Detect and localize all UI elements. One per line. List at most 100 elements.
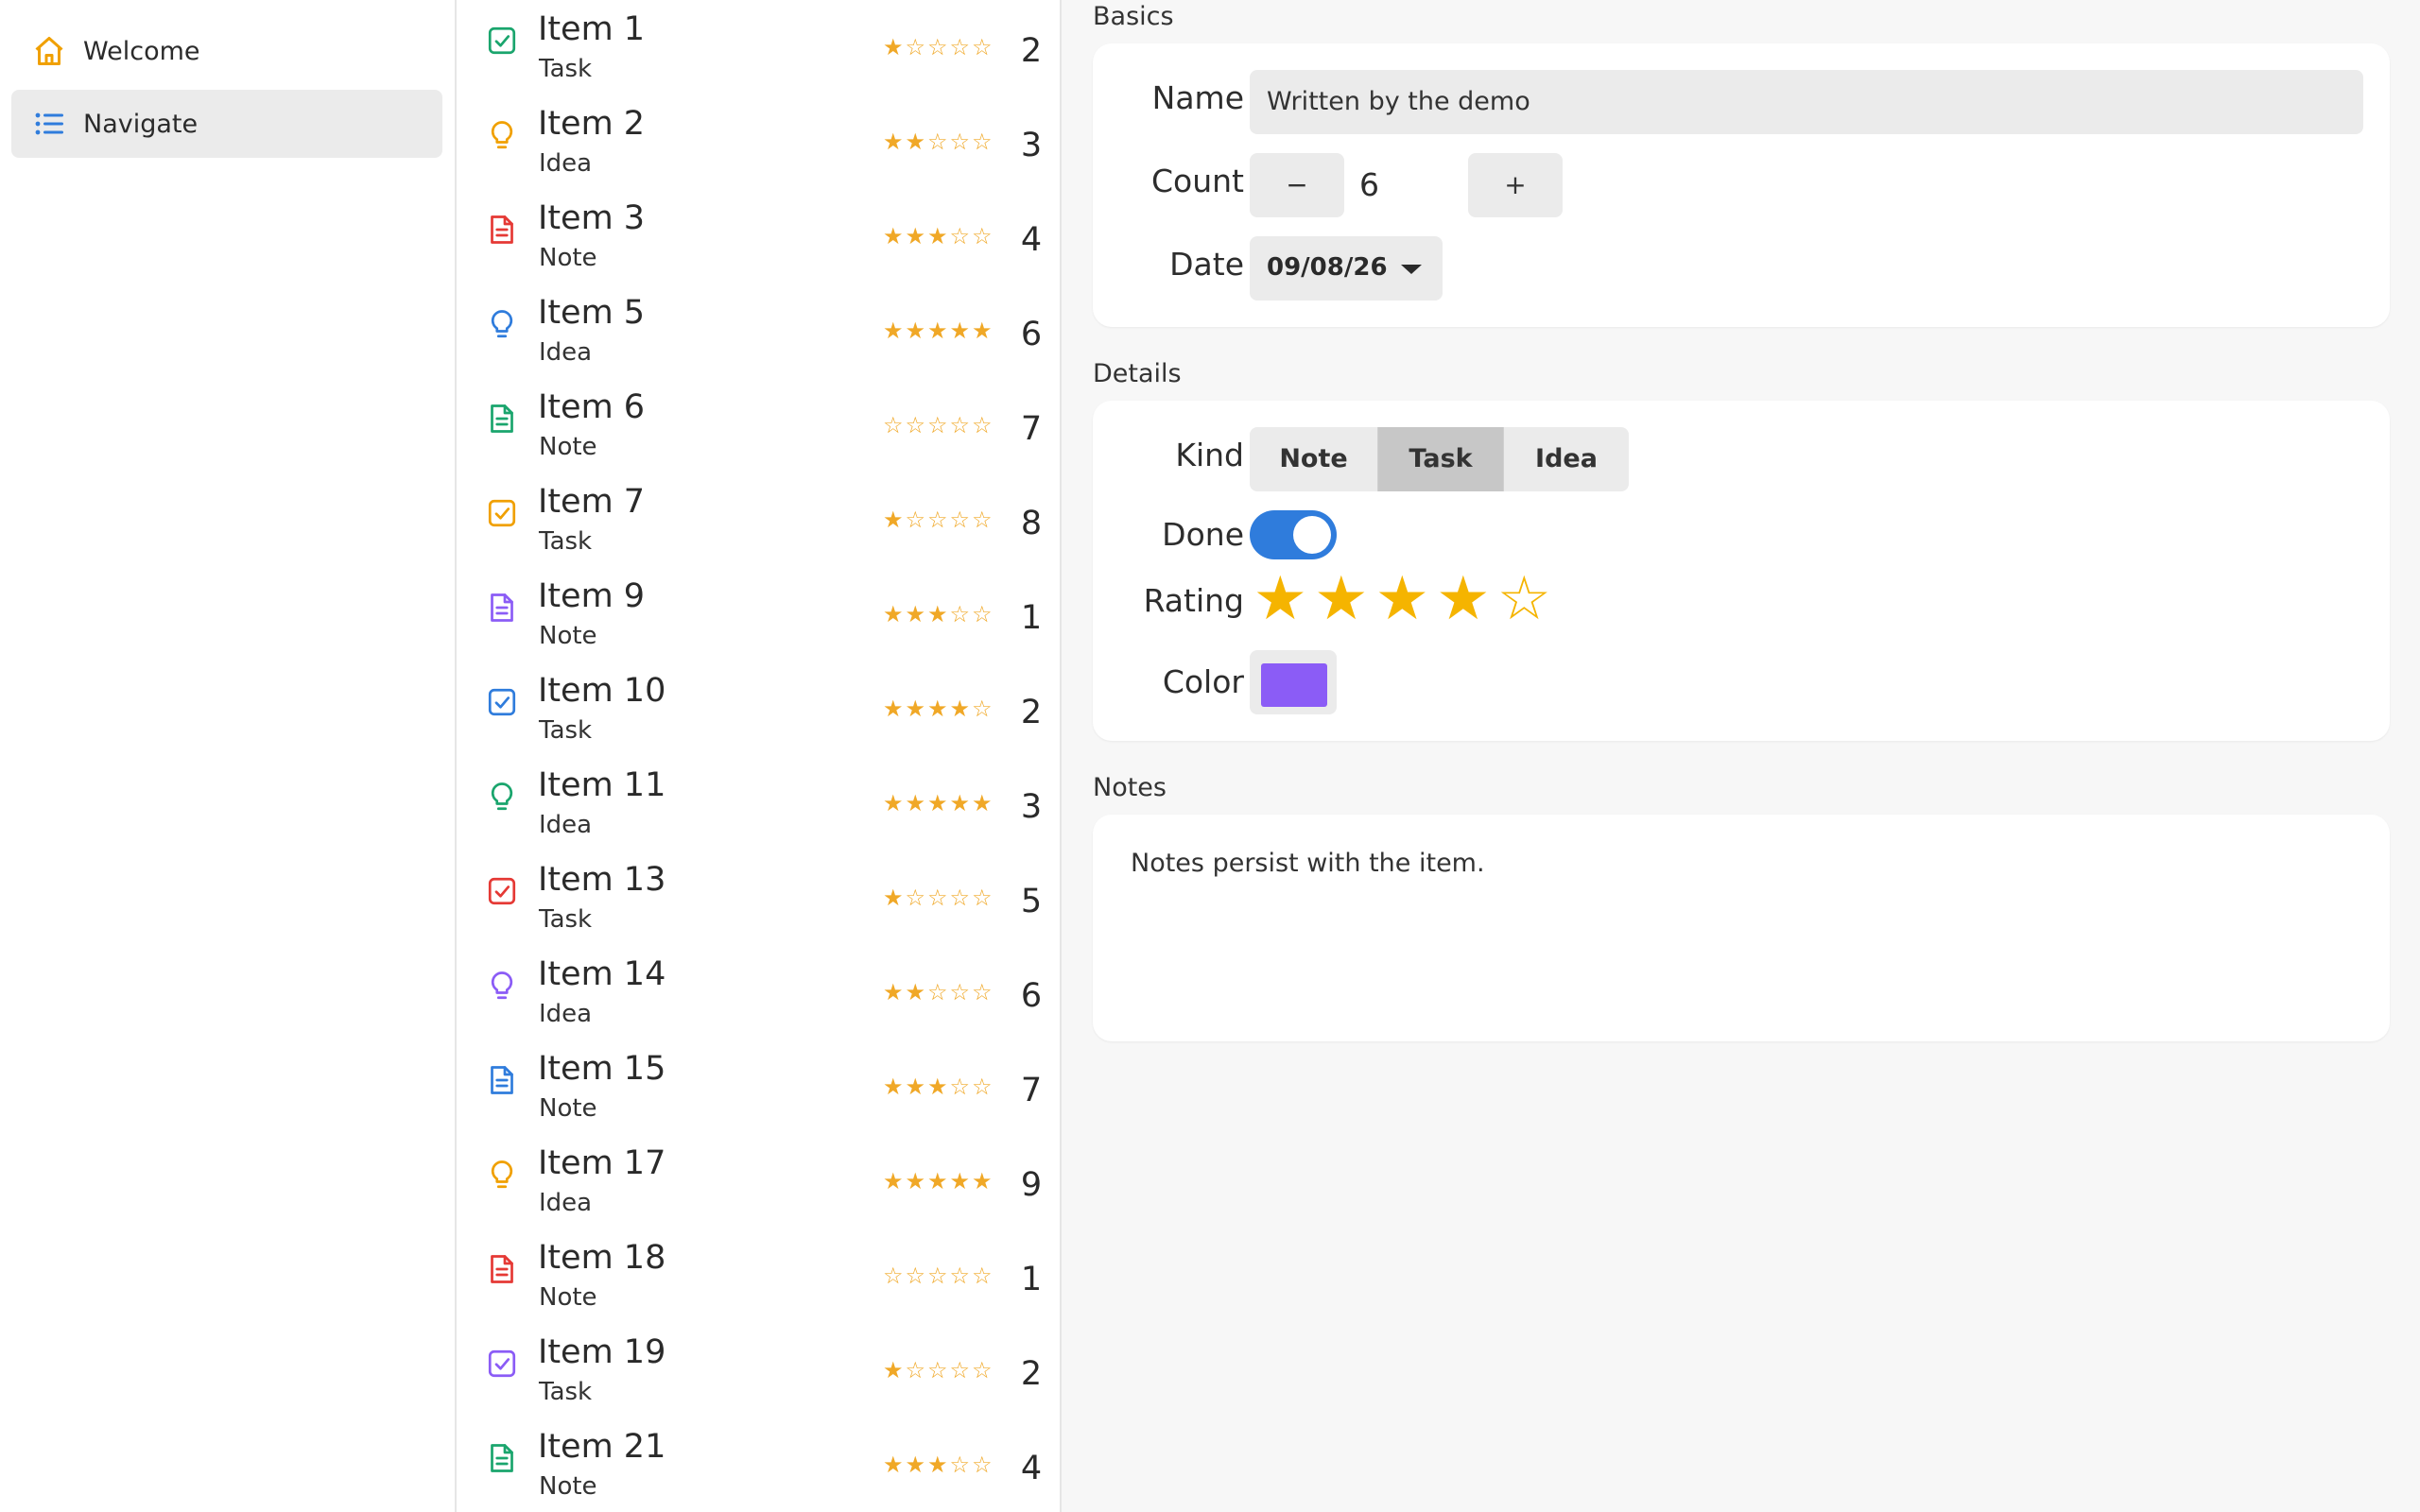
star-icon: ★ [905, 696, 925, 722]
star-icon: ★ [882, 696, 904, 722]
list-item-rating: ★ ☆ ☆ ☆ ☆ [882, 886, 994, 909]
list-item[interactable]: Item 21 Note ★ ★ ★ ☆ ☆ 4 [457, 1418, 1060, 1512]
color-picker-button[interactable] [1250, 650, 1337, 714]
star-icon: ★ [905, 790, 925, 816]
list-item-title: Item 6 [538, 388, 646, 426]
rating-star-icon[interactable]: ☆ [1494, 569, 1555, 629]
notes-card[interactable]: Notes persist with the item. [1093, 815, 2390, 1041]
list-item-kind: Note [539, 244, 597, 272]
star-icon: ☆ [949, 1263, 970, 1289]
list-item[interactable]: Item 5 Idea ★ ★ ★ ★ ★ 6 [457, 284, 1060, 378]
list-item-kind: Idea [539, 1189, 593, 1217]
list-item-title: Item 7 [538, 483, 646, 521]
sidebar-item-welcome[interactable]: Welcome [11, 17, 442, 85]
list-item-kind: Task [539, 716, 593, 745]
count-decrement-button[interactable]: − [1250, 153, 1344, 217]
list-item[interactable]: Item 15 Note ★ ★ ★ ☆ ☆ 7 [457, 1040, 1060, 1134]
kind-option-idea[interactable]: Idea [1504, 427, 1629, 491]
star-icon: ★ [882, 129, 904, 155]
checkbox-icon [488, 26, 516, 55]
name-field[interactable]: Written by the demo [1250, 70, 2363, 134]
star-icon: ☆ [949, 885, 970, 911]
list-item-rating: ★ ★ ★ ★ ★ [882, 1170, 994, 1193]
lightbulb-icon [491, 1160, 513, 1189]
sidebar-item-label: Welcome [83, 36, 200, 66]
star-icon: ★ [905, 601, 925, 627]
star-icon: ☆ [905, 507, 925, 533]
list-icon [35, 112, 63, 135]
star-icon: ☆ [882, 1263, 904, 1289]
list-item[interactable]: Item 6 Note ☆ ☆ ☆ ☆ ☆ 7 [457, 378, 1060, 472]
kind-option-note[interactable]: Note [1250, 427, 1377, 491]
name-field-value: Written by the demo [1267, 87, 1530, 116]
star-icon: ☆ [949, 1357, 970, 1383]
list-item-count: 3 [1020, 788, 1043, 826]
list-item[interactable]: Item 9 Note ★ ★ ★ ☆ ☆ 1 [457, 567, 1060, 662]
star-icon: ★ [882, 1452, 904, 1478]
list-item[interactable]: Item 10 Task ★ ★ ★ ★ ☆ 2 [457, 662, 1060, 756]
list-item[interactable]: Item 13 Task ★ ☆ ☆ ☆ ☆ 5 [457, 850, 1060, 945]
list-item[interactable]: Item 18 Note ☆ ☆ ☆ ☆ ☆ 1 [457, 1228, 1060, 1323]
star-icon: ★ [905, 318, 925, 344]
star-icon: ☆ [971, 507, 993, 533]
list-item[interactable]: Item 7 Task ★ ☆ ☆ ☆ ☆ 8 [457, 472, 1060, 567]
list-item[interactable]: Item 17 Idea ★ ★ ★ ★ ★ 9 [457, 1134, 1060, 1228]
date-value: 09/08/26 [1267, 253, 1388, 282]
star-icon: ☆ [971, 1452, 993, 1478]
list-item-kind: Task [539, 905, 593, 934]
list-item[interactable]: Item 3 Note ★ ★ ★ ☆ ☆ 4 [457, 189, 1060, 284]
list-item-kind: Idea [539, 338, 593, 367]
star-icon: ☆ [926, 412, 948, 438]
date-picker[interactable]: 09/08/26 [1250, 236, 1443, 301]
count-increment-button[interactable]: + [1468, 153, 1563, 217]
list-item-count: 8 [1020, 505, 1043, 542]
star-icon: ☆ [971, 1357, 993, 1383]
star-icon: ★ [949, 790, 970, 816]
checkbox-icon [488, 1349, 516, 1378]
list-item[interactable]: Item 1 Task ★ ☆ ☆ ☆ ☆ 2 [457, 0, 1060, 94]
section-label-details: Details [1093, 359, 1182, 388]
home-icon [35, 37, 63, 65]
document-icon [491, 1255, 513, 1283]
list-item-rating: ★ ★ ★ ☆ ☆ [882, 1075, 994, 1098]
list-item-count: 7 [1020, 410, 1043, 448]
kind-label: Kind [1175, 437, 1244, 473]
list-item-kind: Idea [539, 811, 593, 839]
rating-label: Rating [1143, 582, 1244, 619]
checkbox-icon [488, 499, 516, 527]
list-item-title: Item 9 [538, 577, 646, 615]
list-item-rating: ★ ☆ ☆ ☆ ☆ [882, 508, 994, 531]
rating-star-icon[interactable]: ★ [1372, 569, 1433, 629]
star-icon: ★ [882, 223, 904, 249]
list-item-rating: ★ ★ ★ ★ ★ [882, 792, 994, 815]
list-item-kind: Idea [539, 1000, 593, 1028]
item-list: Item 1 Task ★ ☆ ☆ ☆ ☆ 2 Item 2 Idea ★ ★ ☆ ☆ ☆ 3 Item 3 No… [457, 0, 1062, 1512]
list-item[interactable]: Item 11 Idea ★ ★ ★ ★ ★ 3 [457, 756, 1060, 850]
sidebar: Welcome Navigate [0, 0, 457, 1512]
list-item-title: Item 3 [538, 199, 646, 237]
star-icon: ★ [905, 1452, 925, 1478]
list-item[interactable]: Item 19 Task ★ ☆ ☆ ☆ ☆ 2 [457, 1323, 1060, 1418]
lightbulb-icon [491, 121, 513, 149]
date-label: Date [1169, 246, 1244, 283]
rating-star-icon[interactable]: ★ [1250, 569, 1311, 629]
list-item-rating: ☆ ☆ ☆ ☆ ☆ [882, 414, 994, 437]
rating-star-icon[interactable]: ★ [1433, 569, 1495, 629]
done-toggle[interactable] [1250, 510, 1337, 559]
sidebar-item-navigate[interactable]: Navigate [11, 90, 442, 158]
list-item-count: 2 [1020, 32, 1043, 70]
list-item-title: Item 1 [538, 10, 646, 48]
star-icon: ★ [971, 1168, 993, 1194]
kind-option-task[interactable]: Task [1377, 427, 1504, 491]
list-item[interactable]: Item 2 Idea ★ ★ ☆ ☆ ☆ 3 [457, 94, 1060, 189]
list-item[interactable]: Item 14 Idea ★ ★ ☆ ☆ ☆ 6 [457, 945, 1060, 1040]
star-icon: ★ [926, 790, 948, 816]
star-icon: ★ [971, 790, 993, 816]
list-item-kind: Note [539, 1283, 597, 1312]
rating-star-icon[interactable]: ★ [1311, 569, 1373, 629]
star-icon: ★ [882, 885, 904, 911]
list-item-count: 2 [1020, 694, 1043, 731]
checkbox-icon [488, 877, 516, 905]
list-item-rating: ★ ★ ★ ★ ★ [882, 319, 994, 342]
star-icon: ★ [926, 1168, 948, 1194]
